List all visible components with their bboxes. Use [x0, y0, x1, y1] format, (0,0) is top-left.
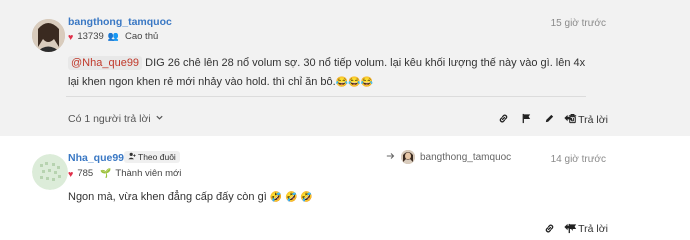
chevron-down-icon	[155, 113, 164, 125]
reply-button[interactable]: Trả lời	[563, 222, 608, 236]
user-title: Cao thủ	[124, 31, 159, 42]
flag-icon[interactable]	[521, 113, 532, 124]
post-body: @Nha_que99 DIG 26 chê lên 28 nổ volum sợ…	[68, 54, 608, 92]
reply-to-username: bangthong_tamquoc	[420, 151, 512, 163]
post-text-line1: DIG 26 chê lên 28 nổ volum sợ. 30 nổ tiế…	[142, 57, 586, 69]
reply-button[interactable]: Trả lời	[563, 113, 608, 127]
reply-to-link[interactable]: bangthong_tamquoc	[386, 150, 511, 164]
like-count: 13739	[77, 31, 104, 42]
author-meta: ♥ 13739 👥 Cao thủ	[68, 31, 158, 42]
post-author-username[interactable]: Nha_que99	[68, 152, 124, 164]
link-icon[interactable]	[544, 223, 555, 234]
reply-icon	[563, 113, 574, 127]
user-title-icon: 👥	[107, 31, 119, 41]
post-text-line2: lại khen ngon khen rẻ mới nhảy vào hold.…	[68, 76, 336, 88]
post-text: Ngon mà, vừa khen đẳng cấp đấy còn gì	[68, 191, 270, 203]
user-title: Thành viên mới	[115, 168, 182, 179]
heart-icon: ♥	[68, 31, 74, 42]
user-plus-icon	[128, 152, 136, 162]
show-replies-toggle[interactable]: Có 1 người trả lời	[68, 113, 164, 125]
post-author-username[interactable]: bangthong_tamquoc	[68, 16, 172, 28]
post-body: Ngon mà, vừa khen đẳng cấp đấy còn gì 🤣 …	[68, 188, 608, 207]
post-1: bangthong_tamquoc 15 giờ trước ♥ 13739 👥…	[0, 0, 690, 136]
follow-label: Theo đuôi	[138, 152, 176, 162]
laugh-emoji: 😂😂😂	[335, 77, 374, 88]
post-time[interactable]: 14 giờ trước	[551, 154, 606, 165]
author-meta: ♥ 785 🌱 Thành viên mới	[68, 168, 181, 179]
reply-to-avatar	[401, 150, 415, 164]
reply-label: Trả lời	[578, 223, 608, 235]
sprout-icon: 🌱	[100, 168, 112, 178]
reply-arrow-icon	[386, 151, 396, 164]
rofl-emoji: 🤣 🤣 🤣	[269, 192, 313, 203]
like-count: 785	[77, 168, 94, 179]
avatar[interactable]	[32, 154, 68, 190]
heart-icon: ♥	[68, 168, 74, 179]
divider	[66, 96, 586, 97]
post-time[interactable]: 15 giờ trước	[551, 18, 606, 29]
follow-button[interactable]: Theo đuôi	[124, 151, 180, 163]
replies-label: Có 1 người trả lời	[68, 113, 151, 125]
reply-icon	[563, 222, 574, 236]
pencil-icon[interactable]	[544, 113, 555, 124]
reply-label: Trả lời	[578, 114, 608, 126]
link-icon[interactable]	[498, 113, 509, 124]
avatar[interactable]	[32, 19, 65, 52]
mention-link[interactable]: @Nha_que99	[68, 56, 143, 70]
